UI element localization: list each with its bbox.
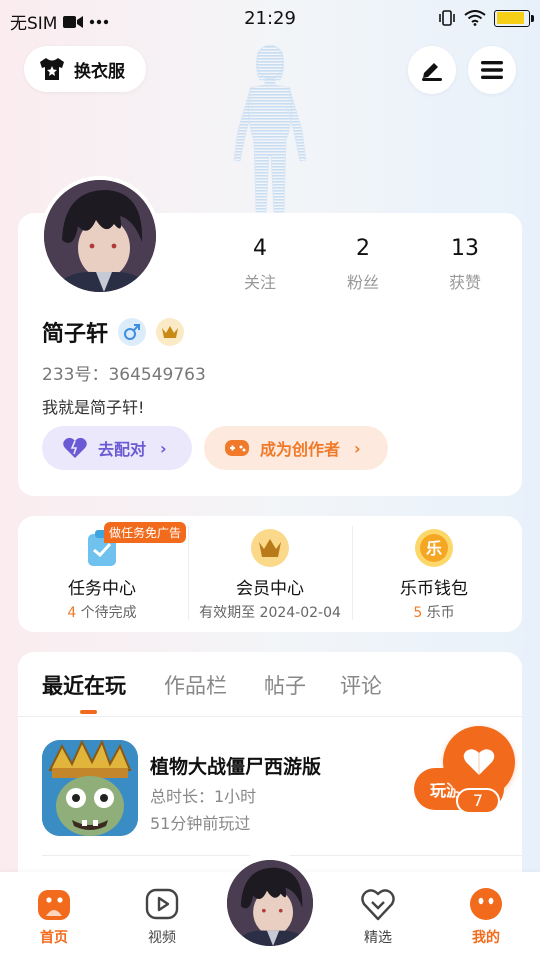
pending-count: 4: [67, 605, 77, 621]
home-icon: [38, 890, 70, 920]
user-id: 233号：364549763: [42, 365, 206, 385]
become-creator-button[interactable]: 成为创作者 ›: [204, 426, 388, 470]
divider: [18, 716, 522, 717]
change-outfit-label: 换衣服: [74, 61, 125, 82]
tab-posts[interactable]: 帖子: [264, 670, 306, 700]
edit-button[interactable]: [408, 46, 456, 94]
tab-works[interactable]: 作品栏: [164, 670, 227, 700]
service-subtitle: 5 乐币: [350, 602, 518, 622]
stat-likes[interactable]: 13 获赞: [415, 236, 515, 293]
menu-button[interactable]: [468, 46, 516, 94]
match-label: 去配对: [98, 440, 147, 459]
coin-count: 5: [413, 605, 423, 621]
expiry-date: 2024-02-04: [259, 605, 341, 621]
name-row: 简子轩: [42, 316, 185, 348]
ad-free-tag: 做任务免广告: [104, 522, 187, 543]
zombie-game-image: [42, 740, 138, 836]
nav-center-avatar[interactable]: [227, 860, 313, 946]
creator-label: 成为创作者: [260, 440, 341, 459]
vibrate-icon: [439, 10, 455, 26]
chevron-right-icon: ›: [160, 438, 167, 458]
stat-value: 4: [253, 236, 267, 261]
edit-icon: [422, 63, 442, 81]
gamepad-icon: [225, 440, 249, 456]
game-title[interactable]: 植物大战僵尸西游版: [150, 752, 321, 779]
menu-icon: [481, 61, 503, 79]
service-subtitle: 4 个待完成: [18, 602, 186, 622]
crown-icon[interactable]: [156, 318, 185, 346]
tab-indicator: [80, 710, 97, 714]
crown-icon: [251, 529, 289, 567]
nav-label: 我的: [472, 930, 500, 946]
stat-label: 关注: [243, 273, 276, 292]
stat-following[interactable]: 4 关注: [210, 236, 310, 293]
nav-label: 首页: [40, 930, 68, 946]
stat-value: 2: [356, 236, 370, 261]
tab-recent[interactable]: 最近在玩: [42, 670, 126, 700]
vip-center[interactable]: 会员中心 有效期至 2024-02-04: [186, 516, 354, 632]
pending-suffix: 个待完成: [76, 605, 137, 621]
expiry-prefix: 有效期至: [199, 605, 260, 621]
service-subtitle: 有效期至 2024-02-04: [186, 602, 354, 622]
male-icon: [118, 318, 147, 346]
stat-followers[interactable]: 2 粉丝: [313, 236, 413, 293]
coin-icon: 乐: [415, 529, 453, 567]
avatar-portrait-image: [44, 180, 156, 292]
avatar-hologram-figure[interactable]: [220, 40, 320, 215]
service-title: 乐币钱包: [400, 579, 468, 599]
heart-shield-icon: [361, 889, 395, 921]
user-bio: 我就是简子轩!: [42, 398, 145, 417]
battery-icon: [494, 9, 534, 27]
tshirt-icon: [40, 58, 64, 80]
coin-char: 乐: [426, 539, 442, 558]
wifi-icon: [464, 10, 486, 26]
battery-level: [496, 12, 525, 24]
avatar[interactable]: [40, 176, 160, 296]
status-right: [438, 9, 534, 27]
nav-label: 精选: [364, 930, 392, 946]
heart-icon: [63, 437, 87, 458]
game-last-played: 51分钟前玩过: [150, 814, 251, 833]
video-play-icon: [145, 888, 179, 920]
stat-value: 13: [451, 236, 479, 261]
stat-label: 获赞: [448, 273, 481, 292]
stat-label: 粉丝: [346, 273, 379, 292]
chevron-right-icon: ›: [354, 438, 361, 458]
like-count: 7: [456, 788, 500, 814]
nav-profile[interactable]: 我的: [446, 872, 526, 960]
avatar-portrait-image: [227, 860, 313, 946]
service-title: 会员中心: [236, 579, 304, 599]
heart-icon: [463, 749, 495, 775]
change-outfit-button[interactable]: 换衣服: [24, 46, 146, 92]
nav-video[interactable]: 视频: [122, 872, 202, 960]
nav-featured[interactable]: 精选: [338, 872, 418, 960]
service-title: 任务中心: [68, 579, 136, 599]
services-card: 任务中心 4 个待完成 会员中心 有效期至 2024-02-04 乐 乐币钱包 …: [18, 516, 522, 632]
nav-label: 视频: [148, 930, 176, 946]
user-name: 简子轩: [42, 322, 109, 347]
game-icon[interactable]: [42, 740, 138, 836]
coin-wallet[interactable]: 乐 乐币钱包 5 乐币: [350, 516, 518, 632]
profile-face-icon: [470, 888, 502, 920]
match-button[interactable]: 去配对 ›: [42, 426, 192, 470]
tab-comments[interactable]: 评论: [340, 670, 382, 700]
game-duration: 总时长：1小时: [150, 787, 257, 806]
nav-home[interactable]: 首页: [14, 872, 94, 960]
coin-suffix: 乐币: [422, 605, 455, 621]
status-bar: 无SIM 21:29: [0, 0, 540, 38]
